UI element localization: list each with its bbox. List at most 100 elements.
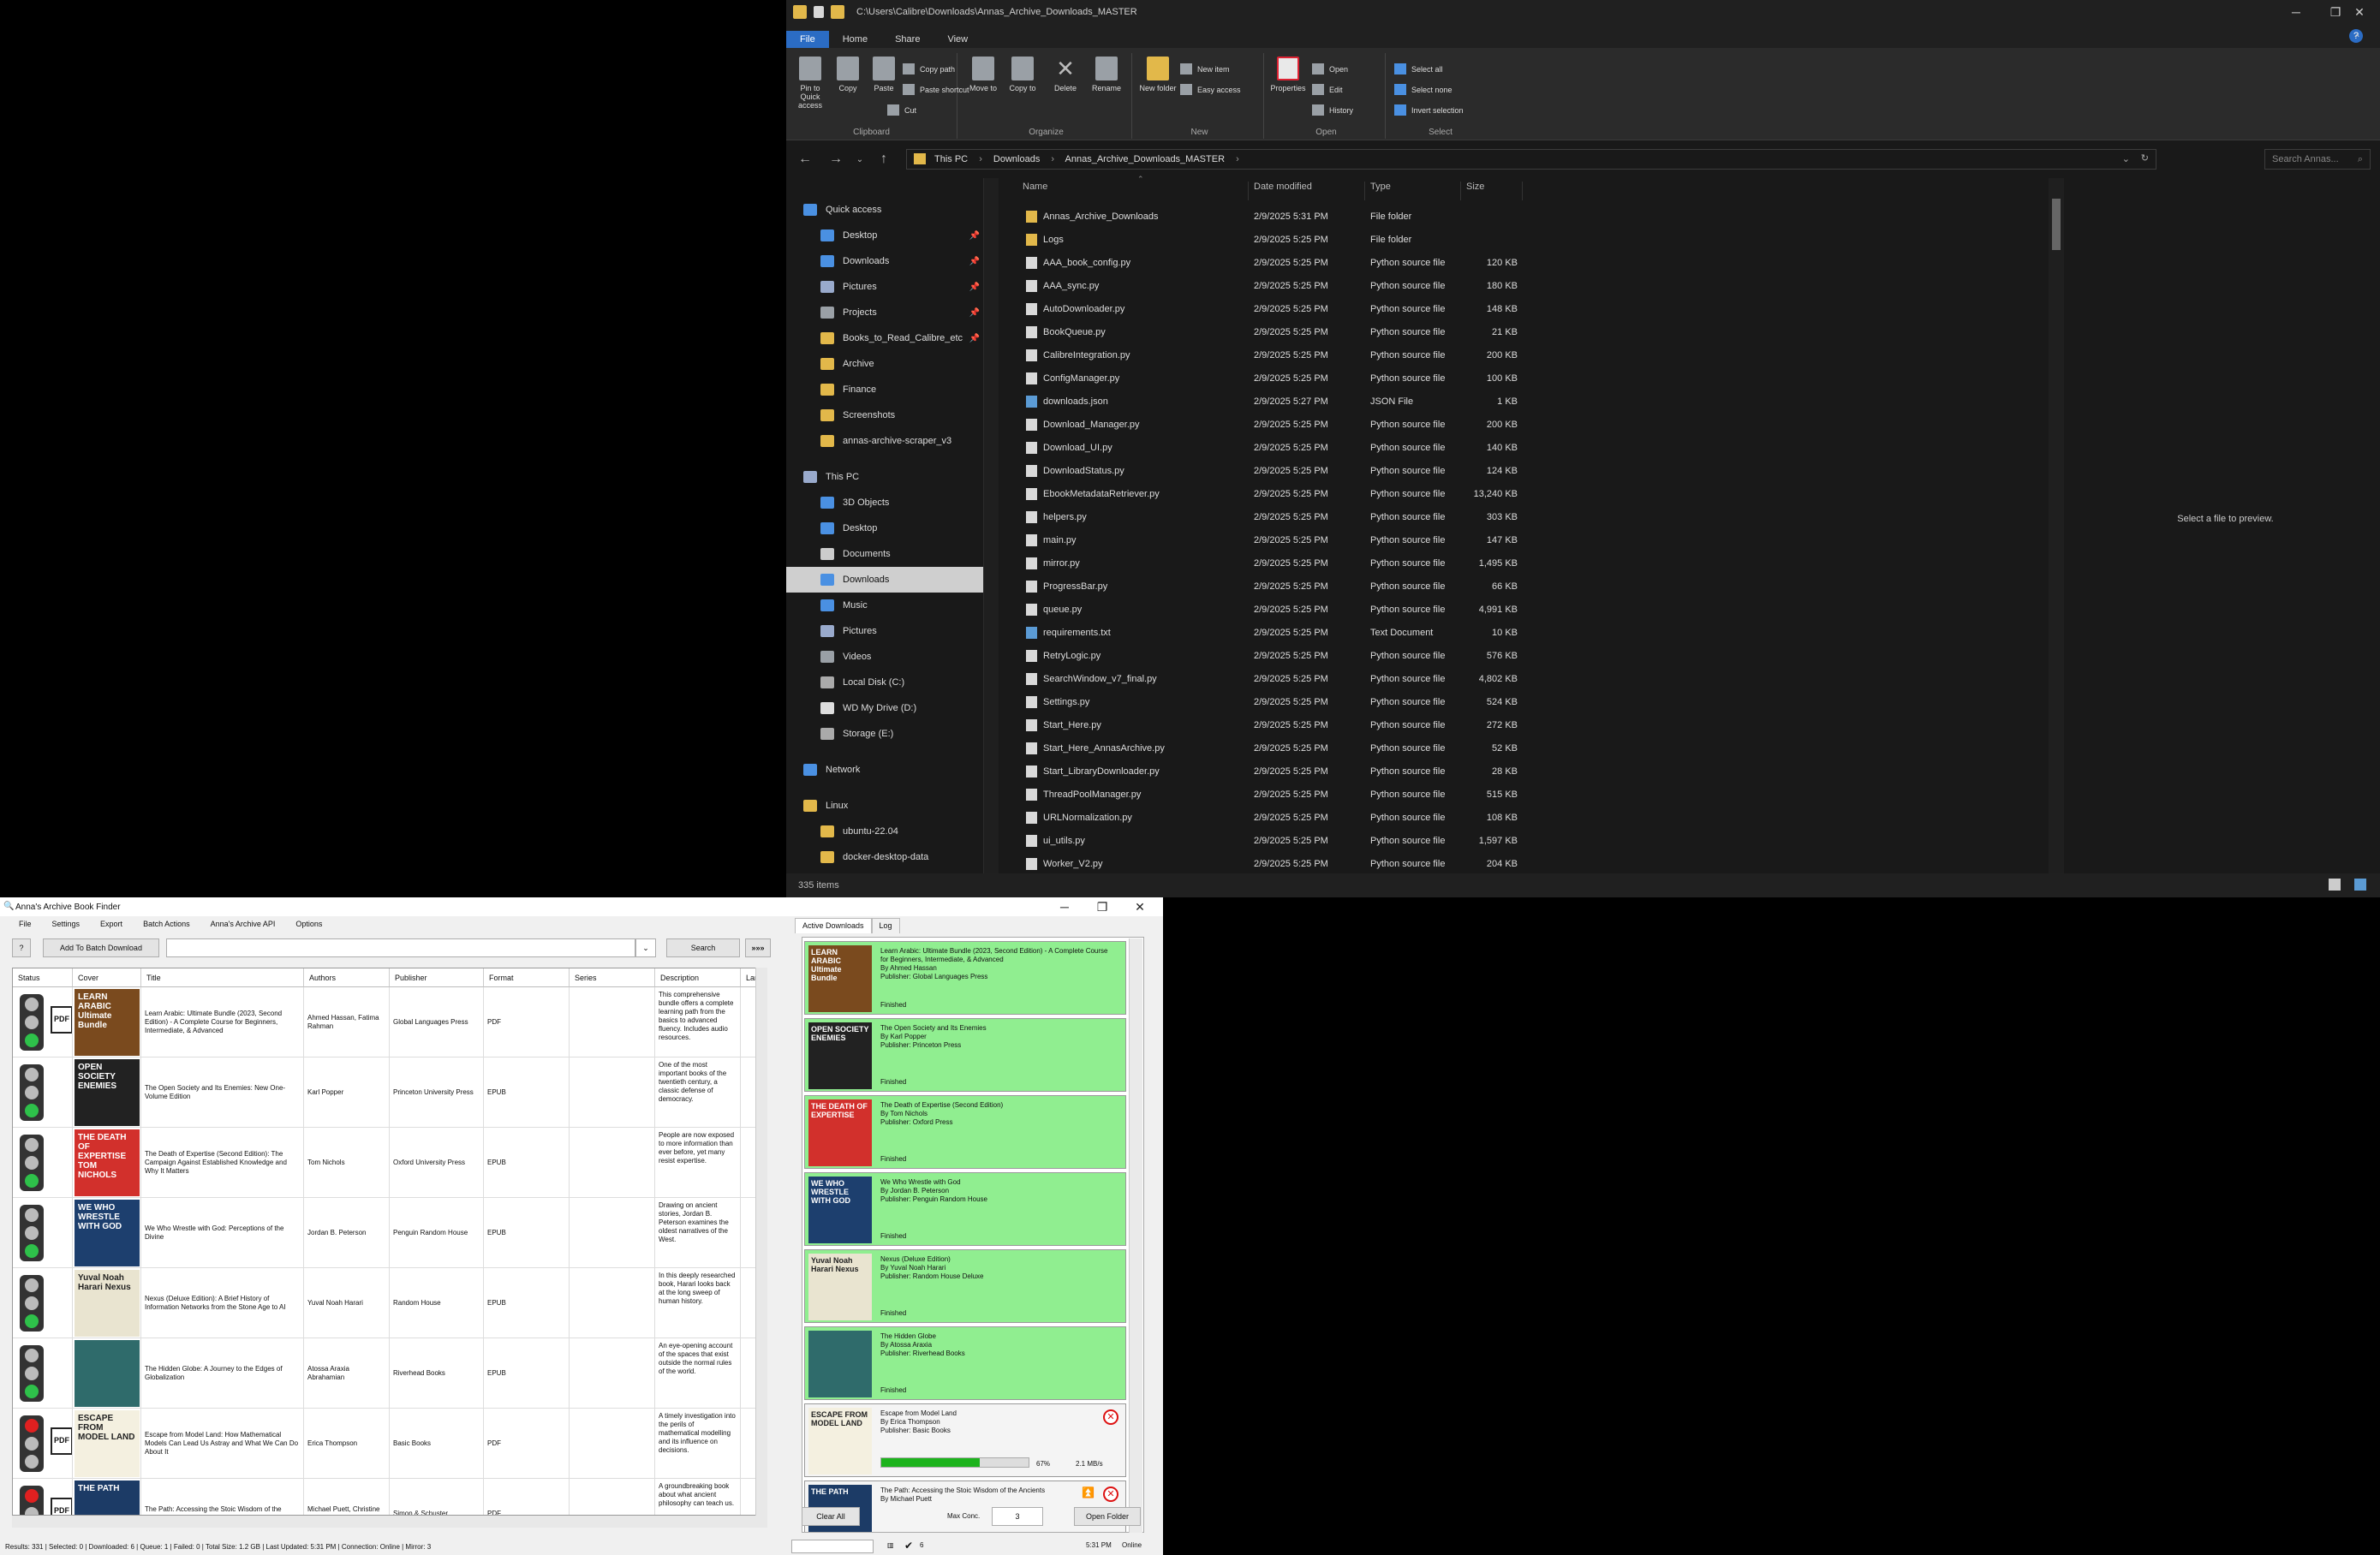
nav-quick-item[interactable]: Books_to_Read_Calibre_etc 📌 [786,325,983,351]
file-row[interactable]: EbookMetadataRetriever.py 2/9/2025 5:25 P… [1017,483,1959,506]
up-arrow-icon[interactable]: ↑ [868,152,899,167]
copy-to-button[interactable]: Copy to [1004,57,1041,92]
table-row[interactable]: PDF LEARN ARABIC Ultimate Bundle Learn Ara… [13,987,766,1058]
close-button[interactable]: ✕ [2340,0,2379,24]
paste-button[interactable]: Paste [865,57,903,92]
table-row[interactable]: PDF THE PATH The Path: Accessing the Stoic… [13,1479,766,1515]
tab-file[interactable]: File [786,31,829,48]
column-header[interactable]: Title [141,968,304,987]
copy-button[interactable]: Copy [829,57,867,92]
book-cover[interactable]: ESCAPE FROM MODEL LAND [75,1410,140,1477]
breadcrumb-this-pc[interactable]: This PC [934,154,968,164]
tab-active-downloads[interactable]: Active Downloads [795,918,872,933]
tab-log[interactable]: Log [871,918,900,933]
properties-icon[interactable] [814,6,824,18]
large-icons-view-icon[interactable] [2354,879,2366,891]
search-button[interactable]: Search [666,938,740,957]
rename-button[interactable]: Rename [1088,57,1125,92]
column-size[interactable]: Size [1461,182,1523,200]
download-item[interactable]: OPEN SOCIETY ENEMIES The Open Society and… [804,1018,1126,1092]
nav-pc-item[interactable]: Documents [786,541,983,567]
tab-view[interactable]: View [934,31,981,48]
nav-pc-item[interactable]: 3D Objects [786,490,983,515]
download-item[interactable]: LEARN ARABIC Ultimate Bundle Learn Arabic… [804,941,1126,1015]
back-arrow-icon[interactable]: ← [790,152,820,167]
nav-linux-item[interactable]: ubuntu-22.04 [786,819,983,844]
file-row[interactable]: ThreadPoolManager.py 2/9/2025 5:25 PM Pyth… [1017,783,1959,807]
column-header[interactable]: Authors [304,968,390,987]
invert-selection-button[interactable]: Invert selection [1394,104,1464,116]
file-row[interactable]: URLNormalization.py 2/9/2025 5:25 PM Pytho… [1017,807,1959,830]
close-button[interactable]: ✕ [1120,897,1160,916]
file-row[interactable]: SearchWindow_v7_final.py 2/9/2025 5:25 PM… [1017,668,1959,691]
book-cover[interactable]: OPEN SOCIETY ENEMIES [75,1059,140,1126]
pin-icon[interactable]: 📌 [969,283,980,292]
select-all-button[interactable]: Select all [1394,63,1443,74]
file-row[interactable]: ConfigManager.py 2/9/2025 5:25 PM Python s… [1017,367,1959,390]
nav-pc-item[interactable]: Storage (E:) [786,721,983,747]
file-row[interactable]: Logs 2/9/2025 5:25 PM File folder [1017,229,1959,252]
download-item[interactable]: WE WHO WRESTLE WITH GOD We Who Wrestle wi… [804,1172,1126,1246]
minimize-button[interactable]: ─ [1045,897,1084,916]
book-cover[interactable] [75,1340,140,1407]
file-row[interactable]: Start_LibraryDownloader.py 2/9/2025 5:25 … [1017,760,1959,783]
file-row[interactable]: Start_Here_AnnasArchive.py 2/9/2025 5:25 … [1017,737,1959,760]
file-row[interactable]: CalibreIntegration.py 2/9/2025 5:25 PM Pyt… [1017,344,1959,367]
nav-quick-item[interactable]: annas-archive-scraper_v3 [786,428,983,454]
easy-access-button[interactable]: Easy access [1180,84,1241,95]
book-cover[interactable]: THE PATH [75,1481,140,1515]
book-cover[interactable]: Yuval Noah Harari Nexus [75,1270,140,1337]
edit-button[interactable]: Edit [1312,84,1343,95]
file-row[interactable]: Start_Here.py 2/9/2025 5:25 PM Python sour… [1017,714,1959,737]
pdf-download-icon[interactable]: PDF [51,1427,72,1455]
nav-pc-item[interactable]: Pictures [786,618,983,644]
file-row[interactable]: Worker_V2.py 2/9/2025 5:25 PM Python sourc… [1017,853,1959,873]
file-row[interactable]: queue.py 2/9/2025 5:25 PM Python source fi… [1017,599,1959,622]
column-header[interactable]: Publisher [390,968,484,987]
address-bar[interactable]: This PC › Downloads › Annas_Archive_Down… [906,149,2156,170]
menu-item[interactable]: Settings [52,920,81,928]
file-row[interactable]: requirements.txt 2/9/2025 5:25 PM Text Doc… [1017,622,1959,645]
pdf-download-icon[interactable]: PDF [51,1006,72,1034]
pin-quick-access-button[interactable]: Pin to Quick access [791,57,829,110]
refresh-icon[interactable]: ↻ [2141,152,2149,164]
pdf-download-icon[interactable]: PDF [51,1498,72,1515]
download-item[interactable]: THE DEATH OF EXPERTISE The Death of Exper… [804,1095,1126,1169]
menu-item[interactable]: Batch Actions [143,920,190,928]
new-folder-button[interactable]: New folder [1139,57,1177,92]
add-to-batch-button[interactable]: Add To Batch Download [43,938,159,957]
file-row[interactable]: main.py 2/9/2025 5:25 PM Python source fil… [1017,529,1959,552]
menu-item[interactable]: Export [100,920,122,928]
footer-field[interactable] [791,1540,874,1553]
new-item-button[interactable]: New item [1180,63,1230,74]
table-row[interactable]: OPEN SOCIETY ENEMIES The Open Society and… [13,1058,766,1128]
open-button[interactable]: Open [1312,63,1348,74]
column-header[interactable]: Format [484,968,570,987]
results-horizontal-scrollbar[interactable] [12,1516,767,1528]
download-item[interactable]: Yuval Noah Harari Nexus Nexus (Deluxe Edi… [804,1249,1126,1323]
delete-button[interactable]: ✕ Delete [1047,57,1084,92]
column-type[interactable]: Type [1365,182,1461,200]
file-row[interactable]: AAA_sync.py 2/9/2025 5:25 PM Python source… [1017,275,1959,298]
column-name[interactable]: Name [1017,182,1249,200]
address-dropdown-icon[interactable]: ⌄ [2122,153,2130,164]
file-row[interactable]: Settings.py 2/9/2025 5:25 PM Python source… [1017,691,1959,714]
nav-quick-item[interactable]: Finance [786,377,983,402]
column-header[interactable]: Series [570,968,655,987]
file-list-scroll-thumb[interactable] [2052,199,2061,250]
nav-quick-access[interactable]: Quick access [786,197,983,223]
nav-quick-item[interactable]: Archive [786,351,983,377]
table-row[interactable]: Yuval Noah Harari Nexus Nexus (Deluxe Edi… [13,1268,766,1338]
nav-quick-item[interactable]: Projects 📌 [786,300,983,325]
tab-home[interactable]: Home [829,31,881,48]
more-options-button[interactable]: »»» [745,938,771,957]
move-to-button[interactable]: Move to [964,57,1002,92]
select-none-button[interactable]: Select none [1394,84,1452,95]
search-history-chevron-icon[interactable]: ⌄ [635,938,656,957]
tab-share[interactable]: Share [881,31,934,48]
details-view-icon[interactable] [2329,879,2341,891]
table-row[interactable]: PDF ESCAPE FROM MODEL LAND Escape from Mod… [13,1409,766,1479]
nav-quick-item[interactable]: Downloads 📌 [786,248,983,274]
file-row[interactable]: ui_utils.py 2/9/2025 5:25 PM Python source… [1017,830,1959,853]
download-item[interactable]: The Hidden Globe By Atossa Araxia Publishe… [804,1326,1126,1400]
